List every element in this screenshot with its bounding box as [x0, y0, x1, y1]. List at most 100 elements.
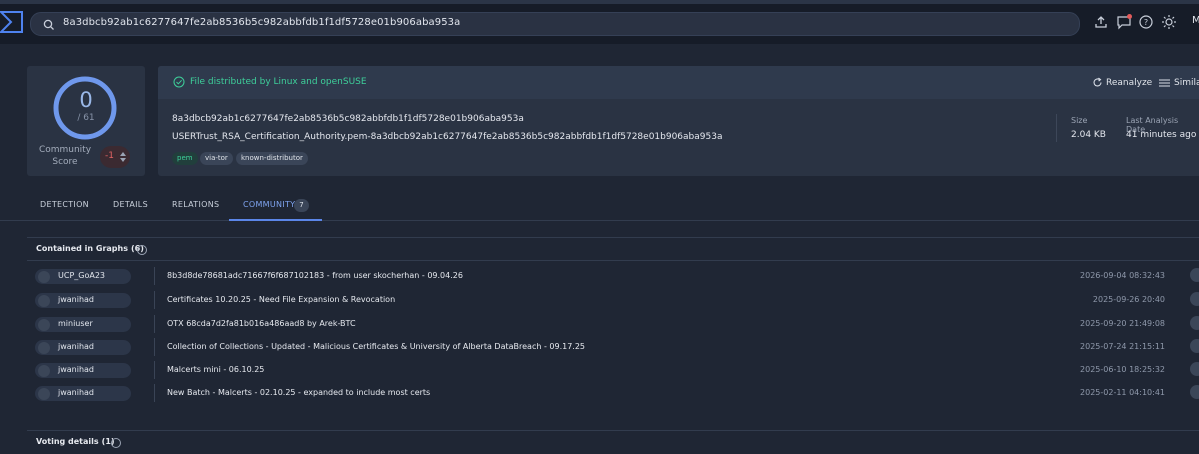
downvote-icon[interactable] — [120, 158, 126, 162]
graphs-heading: Contained in Graphs (6) — [36, 244, 144, 253]
upload-icon[interactable] — [1093, 14, 1109, 30]
virustotal-logo-icon[interactable] — [0, 10, 24, 34]
graph-name[interactable]: 8b3d8de78681adc71667f6f687102183 - from … — [167, 271, 463, 280]
reanalyze-icon — [1093, 77, 1102, 87]
owner-avatar — [1190, 268, 1199, 282]
graph-date: 2025-06-10 18:25:32 — [1080, 365, 1165, 374]
user-name: jwanihad — [58, 388, 95, 397]
tag-via-tor[interactable]: via-tor — [200, 152, 233, 165]
user-name: jwanihad — [58, 295, 95, 304]
row-divider — [154, 291, 155, 309]
size-value: 2.04 KB — [1071, 130, 1106, 140]
user-avatar — [38, 342, 50, 354]
help-icon[interactable]: ? — [1138, 14, 1154, 30]
row-divider — [154, 338, 155, 356]
similar-icon — [1159, 79, 1170, 87]
user-avatar — [38, 319, 50, 331]
tag-known-distributor[interactable]: known-distributor — [236, 152, 308, 165]
user-avatar — [38, 365, 50, 377]
user-avatar — [38, 271, 50, 283]
user-pill[interactable]: jwanihad — [35, 293, 131, 308]
graph-row[interactable]: jwanihad Malcerts mini - 06.10.25 2025-06-… — [27, 359, 1199, 381]
theme-icon[interactable] — [1161, 14, 1177, 30]
panel-divider — [27, 237, 1199, 238]
user-pill[interactable]: miniuser — [35, 317, 131, 332]
active-tab-indicator — [229, 219, 322, 221]
graph-row[interactable]: jwanihad Certificates 10.20.25 - Need Fil… — [27, 289, 1199, 311]
owner-avatar — [1190, 292, 1199, 306]
browser-strip — [0, 0, 1199, 4]
tab-relations[interactable]: RELATIONS — [172, 200, 219, 209]
graph-row[interactable]: miniuser OTX 68cda7d2fa81b016a486aad8 by … — [27, 313, 1199, 335]
upvote-icon[interactable] — [120, 152, 126, 156]
user-name: jwanihad — [58, 342, 95, 351]
graphs-header-divider — [27, 260, 1199, 261]
graph-name[interactable]: New Batch - Malcerts - 02.10.25 - expand… — [167, 388, 430, 397]
user-pill[interactable]: jwanihad — [35, 363, 131, 378]
user-pill[interactable]: UCP_GoA23 — [35, 269, 131, 284]
graph-name[interactable]: Certificates 10.20.25 - Need File Expans… — [167, 295, 395, 304]
graph-date: 2026-09-04 08:32:43 — [1080, 271, 1165, 280]
meta-divider — [1056, 114, 1057, 142]
check-circle-icon — [173, 76, 185, 88]
notification-dot — [1127, 14, 1132, 19]
owner-avatar — [1190, 385, 1199, 399]
owner-avatar — [1190, 339, 1199, 353]
tag-pem[interactable]: pem — [172, 152, 198, 165]
size-label: Size — [1071, 116, 1088, 125]
search-icon — [42, 17, 56, 31]
user-name: miniuser — [58, 319, 93, 328]
detection-score-card: 0 / 61 Community Score -1 — [27, 66, 145, 176]
svg-text:?: ? — [1144, 18, 1148, 27]
row-divider — [154, 361, 155, 379]
graph-date: 2025-09-20 21:49:08 — [1080, 319, 1165, 328]
user-avatar — [38, 295, 50, 307]
graph-row[interactable]: jwanihad New Batch - Malcerts - 02.10.25 … — [27, 382, 1199, 404]
reanalyze-button[interactable]: Reanalyze — [1106, 78, 1152, 88]
search-value: 8a3dbcb92ab1c6277647fe2ab8536b5c982abbfd… — [63, 17, 461, 28]
row-divider — [154, 384, 155, 402]
user-name: UCP_GoA23 — [58, 271, 106, 280]
file-info-card: File distributed by Linux and openSUSE R… — [158, 66, 1199, 176]
engine-total: / 61 — [77, 113, 95, 123]
tab-detection[interactable]: DETECTION — [40, 200, 89, 209]
graph-name[interactable]: Malcerts mini - 06.10.25 — [167, 365, 264, 374]
graphs-title: Contained in Graphs — [36, 244, 128, 253]
row-divider — [154, 315, 155, 333]
similar-button[interactable]: Similar — [1174, 78, 1199, 88]
file-name: USERTrust_RSA_Certification_Authority.pe… — [172, 132, 723, 142]
graph-date: 2025-02-11 04:10:41 — [1080, 388, 1165, 397]
file-hash: 8a3dbcb92ab1c6277647fe2ab8536b5c982abbfd… — [172, 114, 524, 124]
tab-details[interactable]: DETAILS — [113, 200, 148, 209]
graph-name[interactable]: Collection of Collections - Updated - Ma… — [167, 342, 585, 351]
graph-date: 2025-07-24 21:15:11 — [1080, 342, 1165, 351]
tab-bar: DETECTION DETAILS RELATIONS COMMUNITY — [0, 188, 1199, 221]
graph-date: 2025-09-26 20:40 — [1092, 295, 1165, 304]
graph-name[interactable]: OTX 68cda7d2fa81b016a486aad8 by Arek-BTC — [167, 319, 356, 328]
owner-avatar — [1190, 362, 1199, 376]
user-avatar — [38, 388, 50, 400]
last-analysis-value: 41 minutes ago — [1126, 130, 1197, 140]
detection-count: 0 — [79, 88, 93, 112]
community-score-stepper[interactable]: -1 — [100, 146, 130, 168]
info-icon[interactable] — [111, 438, 121, 448]
row-divider — [154, 267, 155, 285]
distributor-notice: File distributed by Linux and openSUSE — [190, 77, 367, 87]
community-score-label: Community Score — [38, 145, 92, 167]
graph-row[interactable]: jwanihad Collection of Collections - Upda… — [27, 336, 1199, 358]
search-input[interactable]: 8a3dbcb92ab1c6277647fe2ab8536b5c982abbfd… — [30, 12, 1080, 36]
user-name: jwanihad — [58, 365, 95, 374]
user-pill[interactable]: jwanihad — [35, 386, 131, 401]
voting-title: Voting details — [36, 437, 99, 446]
tab-divider — [0, 220, 1199, 221]
info-icon[interactable] — [137, 245, 147, 255]
voting-heading: Voting details (1) — [36, 437, 115, 446]
community-score-value: -1 — [105, 151, 114, 161]
user-pill[interactable]: jwanihad — [35, 340, 131, 355]
account-menu[interactable]: M — [1192, 15, 1199, 26]
community-count-badge: 7 — [294, 199, 309, 212]
owner-avatar — [1190, 316, 1199, 330]
voting-divider — [27, 430, 1199, 431]
tab-community[interactable]: COMMUNITY — [243, 200, 295, 209]
graph-row[interactable]: UCP_GoA23 8b3d8de78681adc71667f6f68710218… — [27, 265, 1199, 287]
